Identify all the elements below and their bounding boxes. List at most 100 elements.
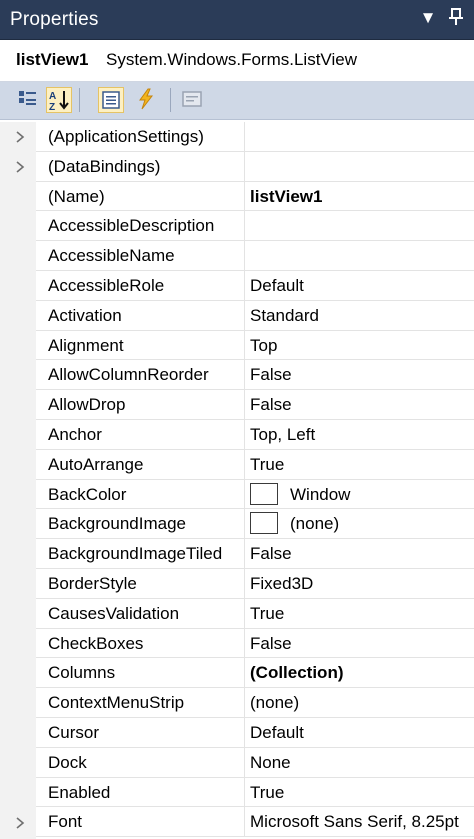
property-row[interactable]: CausesValidation True <box>0 598 474 629</box>
properties-toolbar: A Z <box>0 82 474 120</box>
property-name[interactable]: BackgroundImageTiled <box>36 539 244 569</box>
property-row[interactable]: BackgroundImageTiled False <box>0 539 474 569</box>
object-type: System.Windows.Forms.ListView <box>106 50 357 69</box>
property-value[interactable]: False <box>244 390 474 420</box>
expand-chevron-icon[interactable] <box>14 122 30 152</box>
property-value-text: Window <box>290 484 351 504</box>
property-row[interactable]: AllowColumnReorder False <box>0 360 474 391</box>
property-row[interactable]: AccessibleRole Default <box>0 271 474 301</box>
events-icon <box>139 88 154 110</box>
property-value[interactable] <box>244 151 474 182</box>
property-row[interactable]: Dock None <box>0 747 474 778</box>
property-name[interactable]: AccessibleName <box>36 241 244 271</box>
property-row[interactable]: ContextMenuStrip (none) <box>0 688 474 718</box>
property-value[interactable]: Top <box>244 330 474 361</box>
property-value[interactable]: True <box>244 598 474 629</box>
property-pages-button[interactable] <box>180 87 206 113</box>
property-value[interactable]: (none) <box>244 509 474 540</box>
svg-text:Z: Z <box>49 102 55 112</box>
property-name[interactable]: Alignment <box>36 331 244 361</box>
property-value[interactable] <box>244 211 474 242</box>
property-row[interactable]: Cursor Default <box>0 718 474 748</box>
expand-chevron-icon[interactable] <box>14 152 30 182</box>
window-title: Properties <box>10 9 99 30</box>
property-row[interactable]: Font Microsoft Sans Serif, 8.25pt <box>0 807 474 838</box>
property-name[interactable]: AllowDrop <box>36 390 244 420</box>
property-name[interactable]: ContextMenuStrip <box>36 688 244 718</box>
property-row[interactable]: (Name) listView1 <box>0 181 474 212</box>
property-value[interactable] <box>244 241 474 271</box>
alphabetical-button[interactable]: A Z <box>46 87 72 113</box>
property-name[interactable]: (Name) <box>36 182 244 212</box>
property-name[interactable]: CausesValidation <box>36 599 244 629</box>
property-value[interactable]: Standard <box>244 300 474 331</box>
property-name[interactable]: AccessibleRole <box>36 271 244 301</box>
property-row[interactable]: BackgroundImage (none) <box>0 509 474 540</box>
property-name[interactable]: BorderStyle <box>36 569 244 599</box>
property-value[interactable]: None <box>244 747 474 778</box>
property-name[interactable]: Font <box>36 807 244 838</box>
categorized-button[interactable] <box>16 87 42 113</box>
property-row[interactable]: AccessibleName <box>0 241 474 271</box>
property-value[interactable] <box>244 122 474 152</box>
property-row[interactable]: Activation Standard <box>0 300 474 331</box>
toolbar-separator <box>79 88 80 112</box>
alphabetical-icon: A Z <box>49 91 69 113</box>
property-value[interactable]: (Collection) <box>244 658 474 689</box>
property-value[interactable]: False <box>244 628 474 659</box>
property-value[interactable]: False <box>244 360 474 391</box>
property-row[interactable]: (ApplicationSettings) <box>0 122 474 152</box>
property-row[interactable]: AllowDrop False <box>0 390 474 420</box>
property-name[interactable]: Dock <box>36 748 244 778</box>
property-name[interactable]: AutoArrange <box>36 450 244 480</box>
toolbar-separator <box>170 88 171 112</box>
property-value[interactable]: True <box>244 777 474 808</box>
property-value[interactable]: Fixed3D <box>244 569 474 599</box>
property-row[interactable]: Alignment Top <box>0 330 474 361</box>
categorized-icon <box>19 91 36 105</box>
property-name[interactable]: Activation <box>36 301 244 331</box>
properties-button[interactable] <box>98 87 124 113</box>
property-grid: (ApplicationSettings) (DataBindings) (Name… <box>0 122 474 839</box>
property-value[interactable]: Window <box>244 479 474 510</box>
property-name[interactable]: (DataBindings) <box>36 152 244 182</box>
property-name[interactable]: Anchor <box>36 420 244 450</box>
property-value[interactable]: Default <box>244 718 474 748</box>
object-name: listView1 <box>16 50 89 69</box>
dropdown-arrow-icon[interactable]: ▼ <box>418 8 438 28</box>
property-value[interactable]: Top, Left <box>244 420 474 450</box>
property-value[interactable]: Default <box>244 271 474 301</box>
property-name[interactable]: BackgroundImage <box>36 509 244 540</box>
property-value[interactable]: (none) <box>244 688 474 718</box>
property-name[interactable]: BackColor <box>36 480 244 510</box>
expand-chevron-icon[interactable] <box>14 807 30 837</box>
object-selector[interactable]: listView1 System.Windows.Forms.ListView <box>0 40 474 82</box>
property-value-text: (none) <box>290 514 340 534</box>
property-name[interactable]: Columns <box>36 658 244 689</box>
property-row[interactable]: BackColor Window <box>0 479 474 510</box>
property-value[interactable]: False <box>244 539 474 569</box>
property-row[interactable]: CheckBoxes False <box>0 628 474 659</box>
property-name[interactable]: AccessibleDescription <box>36 211 244 242</box>
property-row[interactable]: Enabled True <box>0 777 474 808</box>
property-name[interactable]: (ApplicationSettings) <box>36 122 244 152</box>
property-name[interactable]: CheckBoxes <box>36 629 244 659</box>
property-row[interactable]: (DataBindings) <box>0 151 474 182</box>
property-row[interactable]: Anchor Top, Left <box>0 420 474 450</box>
property-value[interactable]: listView1 <box>244 181 474 212</box>
property-name[interactable]: AllowColumnReorder <box>36 360 244 391</box>
pin-icon[interactable] <box>446 8 466 31</box>
property-name[interactable]: Cursor <box>36 718 244 748</box>
property-row[interactable]: AutoArrange True <box>0 449 474 480</box>
title-bar: Properties ▼ <box>0 0 474 40</box>
property-value[interactable]: True <box>244 449 474 480</box>
property-row[interactable]: Columns (Collection) <box>0 658 474 689</box>
color-swatch <box>250 512 278 535</box>
property-value[interactable]: Microsoft Sans Serif, 8.25pt <box>244 807 474 838</box>
property-row[interactable]: BorderStyle Fixed3D <box>0 569 474 599</box>
property-name[interactable]: Enabled <box>36 778 244 808</box>
property-row[interactable]: AccessibleDescription <box>0 211 474 242</box>
color-swatch <box>250 482 278 505</box>
events-button[interactable] <box>134 87 160 113</box>
property-pages-icon <box>182 91 202 107</box>
